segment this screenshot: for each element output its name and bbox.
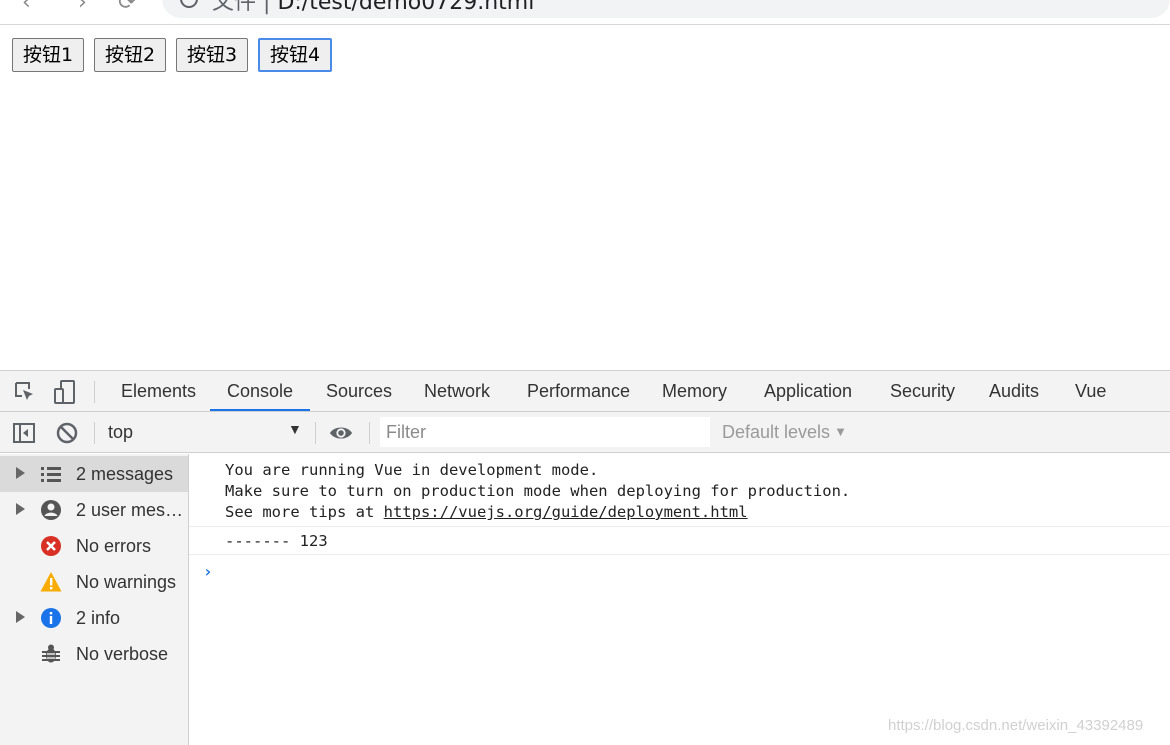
page-content: 按钮1 按钮2 按钮3 按钮4 bbox=[0, 26, 1170, 370]
info-icon[interactable] bbox=[180, 0, 198, 8]
sidebar-item-label: 2 info bbox=[76, 608, 121, 628]
eye-icon[interactable] bbox=[329, 421, 353, 445]
tab-sources[interactable]: Sources bbox=[309, 371, 409, 411]
back-icon[interactable]: ‹ bbox=[22, 0, 31, 15]
toolbar-separator bbox=[369, 422, 370, 444]
toolbar-separator bbox=[315, 422, 316, 444]
clear-console-icon[interactable] bbox=[55, 421, 79, 445]
message-line: Make sure to turn on production mode whe… bbox=[225, 482, 851, 500]
chevron-down-icon: ▼ bbox=[834, 424, 847, 439]
expand-arrow-icon[interactable] bbox=[16, 467, 25, 479]
watermark: https://blog.csdn.net/weixin_43392489 bbox=[888, 717, 1144, 734]
expand-arrow-icon[interactable] bbox=[16, 503, 25, 515]
device-toolbar-icon[interactable] bbox=[53, 380, 77, 404]
browser-toolbar: ‹ › ⟳ 文件 | D:/test/demo0729.html bbox=[0, 0, 1170, 25]
tab-console[interactable]: Console bbox=[210, 371, 311, 411]
tab-security[interactable]: Security bbox=[873, 371, 972, 411]
sidebar-item-messages[interactable]: 2 messages bbox=[0, 456, 188, 492]
devtools-tabbar: Elements Console Sources Network Perform… bbox=[0, 371, 1170, 412]
tab-performance[interactable]: Performance bbox=[510, 371, 647, 411]
info-icon bbox=[41, 608, 61, 628]
user-icon bbox=[41, 500, 61, 520]
console-message: ------- 123 bbox=[189, 527, 1170, 555]
console-sidebar: 2 messages 2 user mess... No errors No w… bbox=[0, 454, 189, 745]
tab-vue[interactable]: Vue bbox=[1058, 371, 1123, 411]
button-2[interactable]: 按钮2 bbox=[94, 38, 167, 72]
deployment-link[interactable]: https://vuejs.org/guide/deployment.html bbox=[384, 503, 748, 521]
sidebar-item-label: 2 messages bbox=[76, 464, 174, 484]
console-output: You are running Vue in development mode.… bbox=[189, 454, 1170, 745]
inspect-element-icon[interactable] bbox=[13, 380, 37, 404]
message-text: See more tips at bbox=[225, 503, 384, 521]
button-1[interactable]: 按钮1 bbox=[12, 38, 85, 72]
reload-icon[interactable]: ⟳ bbox=[118, 0, 136, 15]
screen: ‹ › ⟳ 文件 | D:/test/demo0729.html 按钮1 按钮2… bbox=[0, 0, 1170, 745]
button-3[interactable]: 按钮3 bbox=[176, 38, 249, 72]
tab-memory[interactable]: Memory bbox=[645, 371, 744, 411]
sidebar-item-label: No warnings bbox=[76, 572, 177, 592]
message-line: You are running Vue in development mode. bbox=[225, 461, 599, 479]
sidebar-item-warnings[interactable]: No warnings bbox=[0, 564, 188, 600]
list-icon bbox=[41, 467, 61, 482]
bug-icon bbox=[42, 644, 60, 663]
filter-input[interactable] bbox=[380, 417, 710, 447]
address-text: 文件 | D:/test/demo0729.html bbox=[212, 0, 534, 16]
message-line: ------- 123 bbox=[225, 532, 328, 550]
tab-application[interactable]: Application bbox=[747, 371, 869, 411]
forward-icon[interactable]: › bbox=[78, 0, 87, 15]
devtools-panel: Elements Console Sources Network Perform… bbox=[0, 370, 1170, 745]
context-value: top bbox=[108, 422, 134, 442]
error-icon bbox=[41, 536, 61, 556]
sidebar-item-label: No verbose bbox=[76, 644, 169, 664]
sidebar-item-verbose[interactable]: No verbose bbox=[0, 636, 188, 672]
warning-icon bbox=[40, 572, 62, 592]
button-4[interactable]: 按钮4 bbox=[258, 38, 333, 72]
tabbar-separator bbox=[94, 381, 95, 403]
tab-elements[interactable]: Elements bbox=[104, 371, 213, 411]
toolbar-separator bbox=[94, 422, 95, 444]
console-prompt-icon[interactable]: › bbox=[203, 562, 213, 581]
log-levels-dropdown[interactable]: Default levels ▼ bbox=[722, 422, 847, 443]
sidebar-toggle-icon[interactable] bbox=[12, 421, 36, 445]
address-url: D:/test/demo0729.html bbox=[277, 0, 535, 15]
address-separator: | bbox=[263, 0, 271, 15]
console-toolbar: top ▼ Default levels▼ bbox=[0, 412, 1170, 453]
sidebar-item-label: 2 user mess... bbox=[76, 500, 186, 520]
sidebar-item-user-messages[interactable]: 2 user mess... bbox=[0, 492, 188, 528]
chevron-down-icon: ▼ bbox=[288, 421, 302, 437]
address-label: 文件 bbox=[212, 0, 257, 15]
console-message: You are running Vue in development mode.… bbox=[189, 454, 1170, 527]
tab-network[interactable]: Network bbox=[407, 371, 507, 411]
log-levels-label: Default levels bbox=[722, 422, 831, 442]
sidebar-item-info[interactable]: 2 info bbox=[0, 600, 188, 636]
sidebar-item-errors[interactable]: No errors bbox=[0, 528, 188, 564]
message-line: See more tips at https://vuejs.org/guide… bbox=[225, 503, 748, 521]
address-bar[interactable]: 文件 | D:/test/demo0729.html bbox=[162, 0, 1170, 18]
sidebar-item-label: No errors bbox=[76, 536, 152, 556]
tab-audits[interactable]: Audits bbox=[972, 371, 1056, 411]
expand-arrow-icon[interactable] bbox=[16, 611, 25, 623]
context-selector[interactable]: top ▼ bbox=[100, 416, 310, 448]
